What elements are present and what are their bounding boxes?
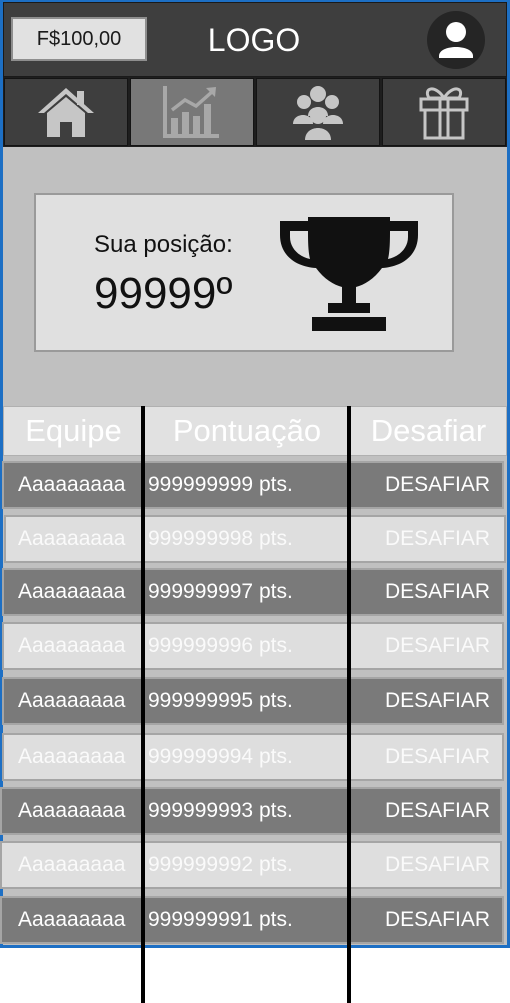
challenge-button[interactable]: DESAFIAR <box>385 570 490 614</box>
team-score: 999999992 pts. <box>148 853 293 876</box>
table-row: Aaaaaaaaa 999999993 pts. DESAFIAR <box>0 787 502 835</box>
column-header-score: Pontuação <box>144 406 350 456</box>
team-name: Aaaaaaaaa <box>18 527 126 550</box>
table-row: Aaaaaaaaa 999999995 pts. DESAFIAR <box>2 677 504 725</box>
team-score: 999999998 pts. <box>148 527 293 550</box>
challenge-button[interactable]: DESAFIAR <box>385 517 490 561</box>
table-row: Aaaaaaaaa 999999994 pts. DESAFIAR <box>2 733 504 781</box>
team-score: 999999996 pts. <box>148 634 293 657</box>
user-avatar-button[interactable] <box>427 11 485 69</box>
app-header: F$100,00 LOGO <box>3 2 507 77</box>
table-row: Aaaaaaaaa 999999997 pts. DESAFIAR <box>2 568 504 616</box>
column-header-challenge: Desafiar <box>350 406 507 456</box>
challenge-button[interactable]: DESAFIAR <box>385 735 490 779</box>
challenge-button[interactable]: DESAFIAR <box>385 898 490 942</box>
balance-display: F$100,00 <box>11 17 147 61</box>
main-nav <box>3 77 507 147</box>
table-header: Equipe Pontuação Desafiar <box>3 406 507 456</box>
team-name: Aaaaaaaaa <box>18 908 126 931</box>
challenge-button[interactable]: DESAFIAR <box>385 624 490 668</box>
user-icon <box>439 22 473 58</box>
challenge-button[interactable]: DESAFIAR <box>385 843 490 887</box>
team-name: Aaaaaaaaa <box>18 580 126 603</box>
team-score: 999999999 pts. <box>148 473 293 496</box>
team-score: 999999994 pts. <box>148 745 293 768</box>
column-header-team: Equipe <box>3 406 144 456</box>
team-score: 999999995 pts. <box>148 689 293 712</box>
tab-home[interactable] <box>4 78 128 146</box>
team-name: Aaaaaaaaa <box>18 689 126 712</box>
team-score: 999999993 pts. <box>148 799 293 822</box>
table-row: Aaaaaaaaa 999999996 pts. DESAFIAR <box>2 622 504 670</box>
table-row: Aaaaaaaaa 999999998 pts. DESAFIAR <box>4 515 506 563</box>
team-score: 999999997 pts. <box>148 580 293 603</box>
column-divider <box>141 406 145 1003</box>
trophy-icon <box>280 217 418 331</box>
team-score: 999999991 pts. <box>148 908 293 931</box>
ranking-card: Sua posição: 99999º <box>34 193 454 352</box>
group-icon <box>293 86 343 140</box>
ranking-position: 99999º <box>94 269 233 318</box>
ranking-label: Sua posição: <box>94 231 233 258</box>
table-row: Aaaaaaaaa 999999992 pts. DESAFIAR <box>0 841 502 889</box>
gift-icon <box>419 87 469 140</box>
tab-rewards[interactable] <box>382 78 506 146</box>
chart-icon <box>163 86 219 138</box>
team-name: Aaaaaaaaa <box>18 799 126 822</box>
challenge-button[interactable]: DESAFIAR <box>385 789 490 833</box>
table-row: Aaaaaaaaa 999999991 pts. DESAFIAR <box>0 896 504 944</box>
app-logo: LOGO <box>207 22 301 58</box>
challenge-button[interactable]: DESAFIAR <box>385 679 490 723</box>
team-name: Aaaaaaaaa <box>18 853 126 876</box>
tab-teams[interactable] <box>256 78 380 146</box>
tab-ranking[interactable] <box>130 78 254 146</box>
column-divider <box>347 406 351 1003</box>
home-icon <box>38 88 94 137</box>
team-name: Aaaaaaaaa <box>18 745 126 768</box>
challenge-button[interactable]: DESAFIAR <box>385 463 490 507</box>
team-name: Aaaaaaaaa <box>18 473 126 496</box>
table-row: Aaaaaaaaa 999999999 pts. DESAFIAR <box>2 461 504 509</box>
team-name: Aaaaaaaaa <box>18 634 126 657</box>
